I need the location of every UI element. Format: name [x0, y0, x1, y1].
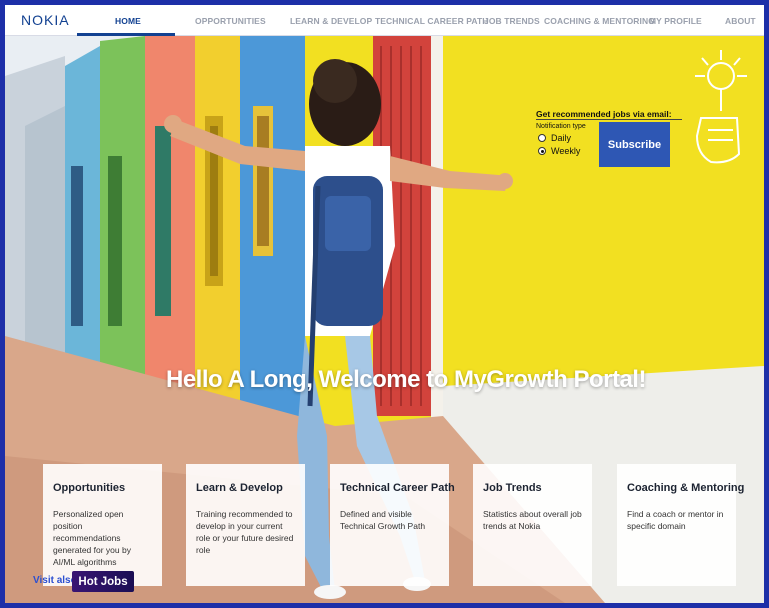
card-description: Defined and visible Technical Growth Pat… [340, 509, 426, 531]
page-frame: NOKIA HOME OPPORTUNITIES LEARN & DEVELOP… [5, 5, 764, 603]
card-job-trends[interactable]: Job Trends Statistics about overall job … [473, 464, 592, 586]
nav-coaching-mentoring[interactable]: COACHING & MENTORING [544, 16, 655, 26]
card-description: Training recommended to develop in your … [196, 509, 294, 555]
card-opportunities[interactable]: Opportunities Personalized open position… [43, 464, 162, 586]
nav-opportunities[interactable]: OPPORTUNITIES [195, 16, 266, 26]
radio-weekly-label: Weekly [551, 146, 581, 156]
nokia-logo[interactable]: NOKIA [21, 12, 70, 28]
welcome-heading: Hello A Long, Welcome to MyGrowth Portal… [166, 366, 646, 393]
card-title: Opportunities [53, 482, 126, 494]
nav-job-trends[interactable]: JOB TRENDS [484, 16, 540, 26]
radio-daily-circle[interactable] [538, 134, 546, 142]
radio-weekly-circle[interactable] [538, 147, 546, 155]
nav-technical-career-path[interactable]: TECHNICAL CAREER PATH [375, 16, 489, 26]
radio-daily-label: Daily [551, 133, 572, 143]
nav-about[interactable]: ABOUT [725, 16, 756, 26]
subscribe-divider [536, 119, 682, 120]
subscribe-button[interactable]: Subscribe [599, 122, 670, 167]
nav-home[interactable]: HOME [115, 16, 141, 26]
card-technical-career-path[interactable]: Technical Career Path Defined and visibl… [330, 464, 455, 586]
top-nav: NOKIA HOME OPPORTUNITIES LEARN & DEVELOP… [5, 5, 764, 36]
card-description: Find a coach or mentor in specific domai… [627, 509, 724, 531]
radio-daily[interactable]: Daily [538, 133, 571, 143]
radio-weekly[interactable]: Weekly [538, 146, 580, 156]
visit-also-label: Visit also [33, 575, 77, 586]
notification-type-label: Notification type [536, 123, 586, 130]
card-title: Learn & Develop [196, 482, 283, 494]
card-title: Coaching & Mentoring [627, 482, 745, 494]
card-learn-develop[interactable]: Learn & Develop Training recommended to … [186, 464, 305, 586]
card-title: Technical Career Path [340, 482, 455, 494]
hero-banner: Get recommended jobs via email: Notifica… [5, 36, 764, 603]
card-description: Personalized open position recommendatio… [53, 509, 131, 567]
subscribe-title: Get recommended jobs via email: [536, 109, 672, 119]
nav-my-profile[interactable]: MY PROFILE [649, 16, 702, 26]
hot-jobs-button[interactable]: Hot Jobs [72, 571, 134, 592]
card-coaching-mentoring[interactable]: Coaching & Mentoring Find a coach or men… [617, 464, 745, 586]
nav-learn-develop[interactable]: LEARN & DEVELOP [290, 16, 372, 26]
card-title: Job Trends [483, 482, 542, 494]
card-description: Statistics about overall job trends at N… [483, 509, 582, 531]
